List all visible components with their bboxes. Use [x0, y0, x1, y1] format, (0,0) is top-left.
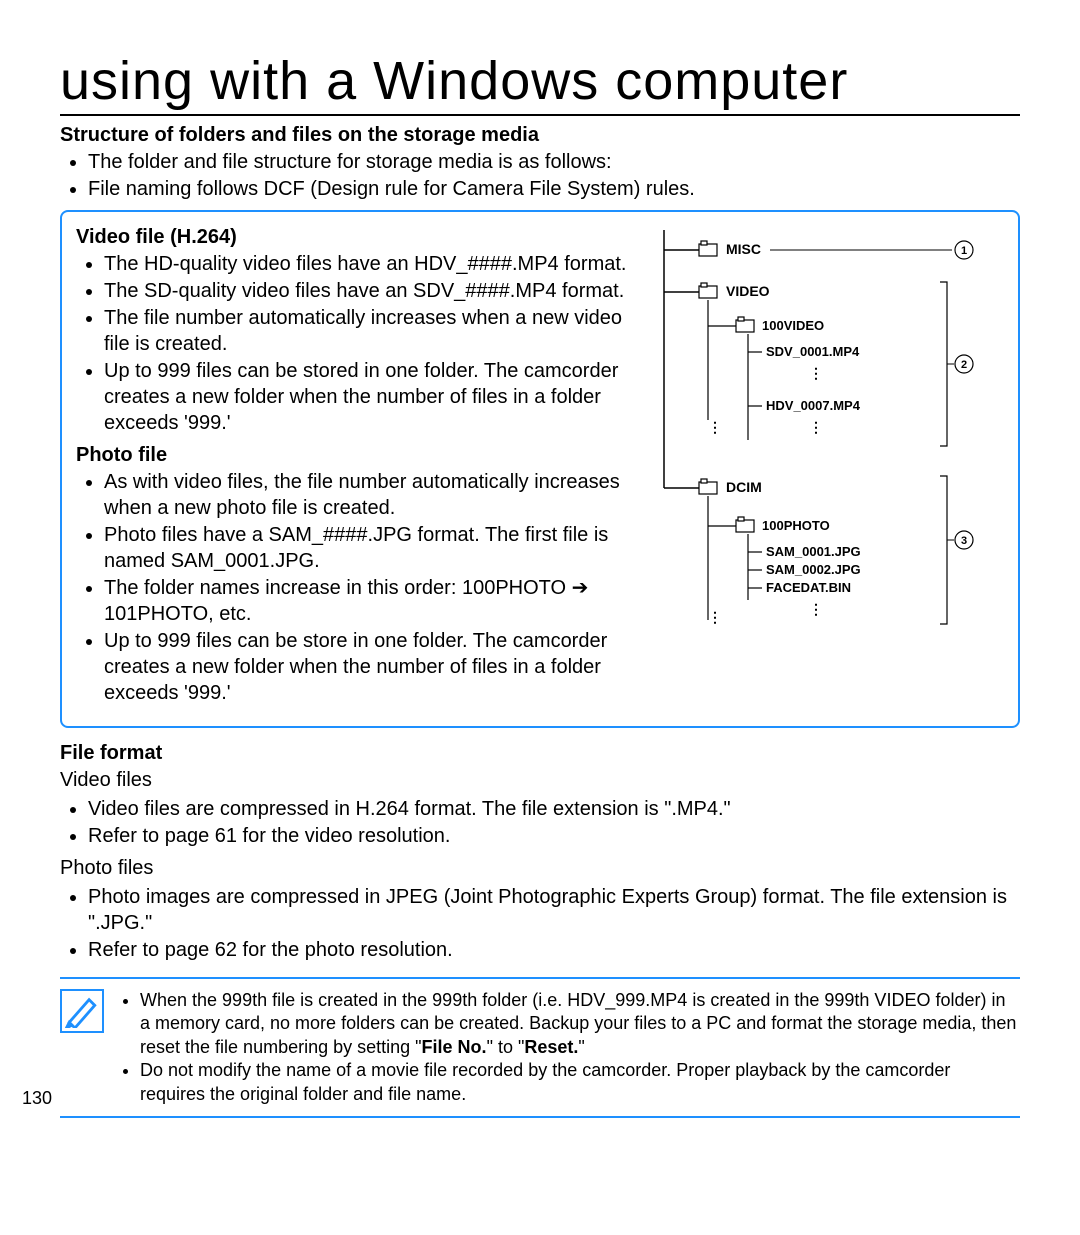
tree-sam1: SAM_0001.JPG [766, 544, 861, 559]
list-item: The SD-quality video files have an SDV_#… [104, 278, 634, 304]
list-item: The folder names increase in this order:… [104, 575, 634, 627]
list-item: Up to 999 files can be stored in one fol… [104, 358, 634, 436]
list-item: Refer to page 62 for the photo resolutio… [88, 937, 1020, 963]
structure-heading: Structure of folders and files on the st… [60, 124, 1020, 147]
note-list: When the 999th file is created in the 99… [116, 989, 1020, 1106]
tree-hdv: HDV_0007.MP4 [766, 398, 861, 413]
svg-text:⋮: ⋮ [809, 365, 823, 381]
tree-sam2: SAM_0002.JPG [766, 562, 861, 577]
list-item: As with video files, the file number aut… [104, 469, 634, 521]
list-item: Up to 999 files can be store in one fold… [104, 628, 634, 706]
photo-format-bullets: Photo images are compressed in JPEG (Joi… [60, 884, 1020, 963]
svg-text:⋮: ⋮ [708, 609, 722, 625]
marker-3: 3 [961, 535, 967, 547]
svg-text:⋮: ⋮ [708, 419, 722, 435]
video-bullets: The HD-quality video files have an HDV_#… [76, 251, 634, 436]
folder-tree-diagram: MISC 1 VIDEO 100VIDEO [644, 220, 1004, 714]
page-number: 130 [22, 1088, 52, 1109]
video-files-sub: Video files [60, 769, 1020, 792]
svg-text:⋮: ⋮ [809, 419, 823, 435]
list-item: When the 999th file is created in the 99… [140, 989, 1020, 1059]
tree-misc: MISC [726, 241, 761, 257]
page-title: using with a Windows computer [60, 50, 1020, 116]
marker-2: 2 [961, 359, 967, 371]
list-item: The HD-quality video files have an HDV_#… [104, 251, 634, 277]
svg-text:⋮: ⋮ [809, 601, 823, 617]
photo-file-heading: Photo file [76, 444, 634, 467]
video-format-bullets: Video files are compressed in H.264 form… [60, 796, 1020, 849]
tree-video: VIDEO [726, 283, 770, 299]
tree-100video: 100VIDEO [762, 318, 824, 333]
info-box: Video file (H.264) The HD-quality video … [60, 210, 1020, 728]
marker-1: 1 [961, 245, 967, 257]
structure-bullets: The folder and file structure for storag… [60, 149, 1020, 202]
note-block: When the 999th file is created in the 99… [60, 977, 1020, 1118]
list-item: Do not modify the name of a movie file r… [140, 1059, 1020, 1106]
video-file-heading: Video file (H.264) [76, 226, 634, 249]
tree-100photo: 100PHOTO [762, 518, 830, 533]
list-item: Video files are compressed in H.264 form… [88, 796, 1020, 822]
tree-facedat: FACEDAT.BIN [766, 580, 851, 595]
list-item: File naming follows DCF (Design rule for… [88, 176, 1020, 202]
list-item: The folder and file structure for storag… [88, 149, 1020, 175]
tree-sdv: SDV_0001.MP4 [766, 344, 860, 359]
photo-bullets: As with video files, the file number aut… [76, 469, 634, 706]
file-format-heading: File format [60, 742, 1020, 765]
list-item: Photo files have a SAM_####.JPG format. … [104, 522, 634, 574]
tree-dcim: DCIM [726, 479, 762, 495]
list-item: Refer to page 61 for the video resolutio… [88, 823, 1020, 849]
note-icon [60, 989, 104, 1033]
list-item: The file number automatically increases … [104, 305, 634, 357]
photo-files-sub: Photo files [60, 857, 1020, 880]
list-item: Photo images are compressed in JPEG (Joi… [88, 884, 1020, 936]
